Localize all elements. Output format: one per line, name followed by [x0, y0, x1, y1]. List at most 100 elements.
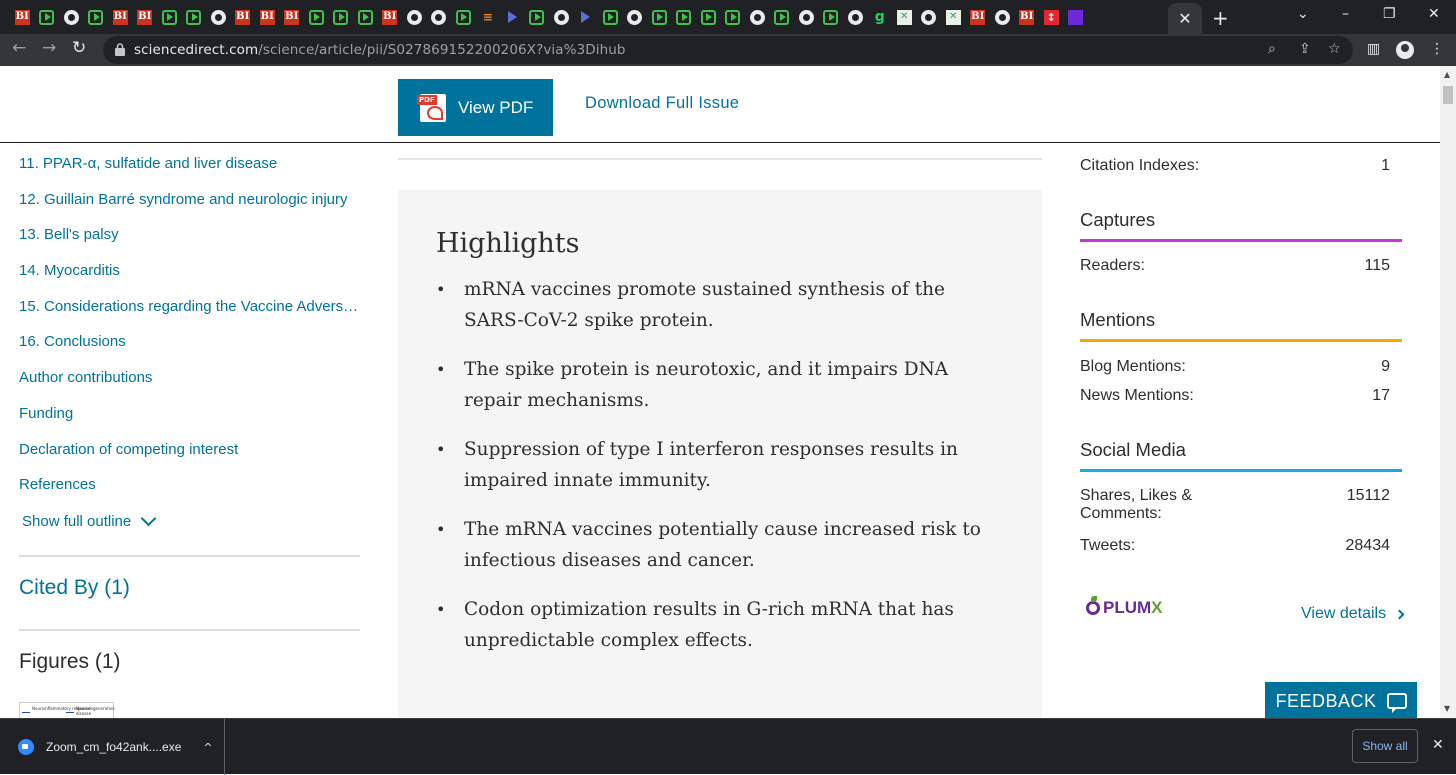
outline-item[interactable]: 12. Guillain Barré syndrome and neurolog… — [19, 188, 359, 224]
tab-5[interactable]: BI — [133, 5, 158, 29]
tab-29[interactable] — [721, 5, 746, 29]
tab-8[interactable] — [206, 5, 231, 29]
plum-icon — [1086, 596, 1100, 615]
tab-34[interactable] — [843, 5, 868, 29]
tab-6[interactable] — [157, 5, 182, 29]
back-icon[interactable]: ← — [12, 38, 26, 58]
new-tab-button[interactable]: + — [1212, 6, 1229, 30]
social-media-heading: Social Media — [1080, 439, 1186, 460]
tab-21[interactable] — [525, 5, 550, 29]
feedback-button[interactable]: FEEDBACK — [1265, 682, 1417, 718]
tab-3[interactable] — [84, 5, 109, 29]
close-icon[interactable]: ✕ — [1432, 737, 1444, 753]
tab-9[interactable]: BI — [231, 5, 256, 29]
tab-13[interactable] — [329, 5, 354, 29]
scrollbar-thumb[interactable] — [1443, 86, 1453, 104]
show-full-outline-button[interactable]: Show full outline — [22, 510, 157, 530]
tab-11[interactable]: BI — [280, 5, 305, 29]
download-full-issue-link[interactable]: Download Full Issue — [585, 94, 739, 113]
close-icon[interactable]: ✕ — [1178, 9, 1191, 28]
tab-43[interactable] — [1064, 5, 1089, 29]
outline-item[interactable]: 15. Considerations regarding the Vaccine… — [19, 295, 359, 331]
blog-mentions-row: Blog Mentions: 9 — [1080, 358, 1390, 376]
tab-4[interactable]: BI — [108, 5, 133, 29]
share-icon[interactable]: ⇪ — [1299, 41, 1311, 57]
scroll-up-icon[interactable]: ▲ — [1444, 70, 1450, 79]
tab-31[interactable] — [770, 5, 795, 29]
figure-thumbnail[interactable]: Neuroinflammatory response Neurodegenera… — [19, 702, 115, 718]
metric-label: Shares, Likes & Comments: — [1080, 487, 1193, 522]
sub-favicon-icon: ≡ — [482, 10, 493, 24]
plumx-wordmark: PLUM — [1103, 598, 1152, 617]
tab-0[interactable]: BI — [10, 5, 35, 29]
outline-item[interactable]: References — [19, 473, 359, 509]
tab-23[interactable] — [574, 5, 599, 29]
tab-7[interactable] — [182, 5, 207, 29]
tab-16[interactable] — [402, 5, 427, 29]
tab-24[interactable] — [598, 5, 623, 29]
tab-37[interactable] — [917, 5, 942, 29]
divider — [19, 629, 360, 631]
tab-list: BI BI BI BI BI BI BI ≡ g ✕ ✕ BI BI ↕ — [10, 5, 1088, 29]
tab-42[interactable]: ↕ — [1039, 5, 1064, 29]
tab-search-icon[interactable]: ⌄ — [1297, 6, 1309, 22]
bookmark-star-icon[interactable]: ☆ — [1328, 41, 1341, 57]
active-tab[interactable]: ✕ — [1168, 3, 1202, 34]
tab-14[interactable] — [353, 5, 378, 29]
chevron-up-icon[interactable]: ^ — [203, 741, 212, 754]
tab-17[interactable] — [427, 5, 452, 29]
outline-item[interactable]: Declaration of competing interest — [19, 438, 359, 474]
tab-40[interactable] — [990, 5, 1015, 29]
outline-item[interactable]: Author contributions — [19, 366, 359, 402]
show-all-button[interactable]: Show all — [1352, 729, 1418, 763]
profile-avatar-icon[interactable] — [1396, 41, 1414, 59]
tab-20[interactable] — [500, 5, 525, 29]
tab-15[interactable]: BI — [378, 5, 403, 29]
tab-33[interactable] — [819, 5, 844, 29]
tab-10[interactable]: BI — [255, 5, 280, 29]
minimize-icon[interactable]: – — [1342, 6, 1349, 22]
outline-item[interactable]: 13. Bell's palsy — [19, 223, 359, 259]
tab-12[interactable] — [304, 5, 329, 29]
tab-36[interactable]: ✕ — [892, 5, 917, 29]
reload-icon[interactable]: ↻ — [72, 38, 86, 58]
view-details-link[interactable]: View details — [1301, 605, 1405, 623]
tab-41[interactable]: BI — [1015, 5, 1040, 29]
tab-25[interactable] — [623, 5, 648, 29]
address-bar[interactable]: sciencedirect.com/science/article/pii/S0… — [103, 36, 1353, 64]
play-favicon-icon — [529, 9, 545, 25]
cited-by-heading[interactable]: Cited By (1) — [19, 576, 130, 600]
zoom-icon[interactable]: ⌕ — [1268, 41, 1276, 57]
tab-39[interactable]: BI — [966, 5, 991, 29]
highlight-item: Suppression of type I interferon respons… — [436, 434, 1006, 496]
tab-32[interactable] — [794, 5, 819, 29]
outline-item[interactable]: Funding — [19, 402, 359, 438]
view-pdf-button[interactable]: View PDF — [398, 79, 553, 136]
tab-35[interactable]: g — [868, 5, 893, 29]
tab-19[interactable]: ≡ — [476, 5, 501, 29]
outline-item[interactable]: 11. PPAR-α, sulfatide and liver disease — [19, 152, 359, 188]
forward-icon[interactable]: → — [42, 38, 56, 58]
side-panel-icon[interactable]: ▥ — [1367, 41, 1380, 57]
vertical-scrollbar[interactable]: ▲ ▼ — [1440, 66, 1456, 718]
tab-2[interactable] — [59, 5, 84, 29]
tab-26[interactable] — [647, 5, 672, 29]
tab-28[interactable] — [696, 5, 721, 29]
play-favicon-icon — [725, 9, 741, 25]
highlight-item: The spike protein is neurotoxic, and it … — [436, 354, 1006, 416]
bi-favicon-icon: BI — [14, 9, 30, 25]
download-item[interactable]: Zoom_cm_fo42ank....exe ^ — [0, 719, 225, 775]
close-window-icon[interactable]: ✕ — [1428, 6, 1440, 22]
tab-38[interactable]: ✕ — [941, 5, 966, 29]
tab-27[interactable] — [672, 5, 697, 29]
outline-item[interactable]: 14. Myocarditis — [19, 259, 359, 295]
tab-22[interactable] — [549, 5, 574, 29]
tab-18[interactable] — [451, 5, 476, 29]
scroll-down-icon[interactable]: ▼ — [1444, 704, 1450, 713]
glob-favicon-icon — [63, 9, 79, 25]
tab-1[interactable] — [35, 5, 60, 29]
restore-icon[interactable]: ❐ — [1383, 6, 1396, 22]
tab-30[interactable] — [745, 5, 770, 29]
menu-kebab-icon[interactable]: ⋮ — [1430, 41, 1444, 57]
outline-item[interactable]: 16. Conclusions — [19, 330, 359, 366]
